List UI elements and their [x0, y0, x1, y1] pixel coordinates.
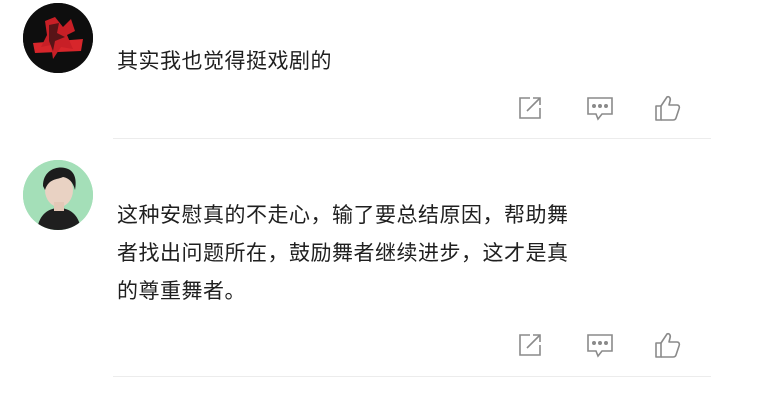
comment-line: 这种安慰真的不走心，输了要总结原因，帮助舞	[117, 203, 569, 227]
thumbs-up-icon[interactable]	[652, 93, 682, 123]
comment-line: 者找出问题所在，鼓励舞者继续进步，这才是真	[117, 241, 569, 265]
comment-line: 的尊重舞者。	[117, 279, 246, 303]
avatar[interactable]	[23, 3, 93, 73]
share-icon[interactable]	[515, 93, 545, 123]
avatar-image	[23, 3, 93, 73]
divider	[113, 138, 711, 139]
share-icon[interactable]	[515, 330, 545, 360]
divider	[113, 376, 711, 377]
avatar-image	[23, 160, 93, 230]
comment-actions	[515, 93, 695, 123]
comment-actions	[515, 330, 695, 360]
thumbs-up-icon[interactable]	[652, 330, 682, 360]
comment-text: 其实我也觉得挺戏剧的	[117, 49, 332, 73]
comment-icon[interactable]	[585, 93, 615, 123]
comment-icon[interactable]	[585, 330, 615, 360]
comment-text: 这种安慰真的不走心，输了要总结原因，帮助舞 者找出问题所在，鼓励舞者继续进步，这…	[117, 196, 687, 310]
avatar[interactable]	[23, 160, 93, 230]
